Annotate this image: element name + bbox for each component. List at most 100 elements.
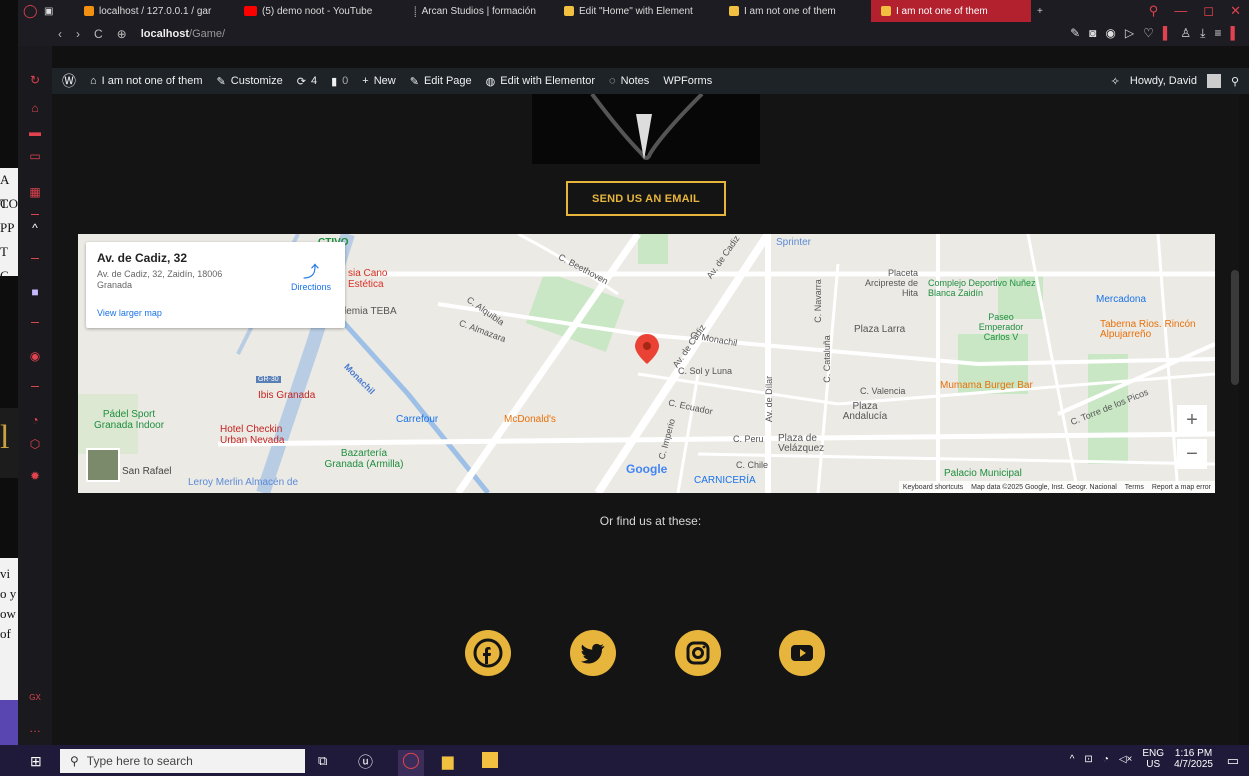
twitter-link[interactable] — [570, 630, 616, 676]
map-label: Plaza Larra — [854, 324, 906, 335]
tv-icon[interactable]: ▭ — [29, 150, 41, 162]
youtube-link[interactable] — [779, 630, 825, 676]
tab-label: Arcan Studios | formación — [421, 5, 536, 17]
map-label: Ibis Granada — [258, 390, 316, 401]
tab-elementor-edit[interactable]: Edit "Home" with Element — [554, 0, 719, 22]
zoom-in-button[interactable]: + — [1177, 405, 1207, 435]
customize-label: Customize — [230, 75, 283, 87]
ai-sparkle-icon[interactable]: ✧ — [1111, 75, 1120, 88]
opera-menu-icon[interactable]: ◯ — [18, 0, 40, 22]
minimize-button[interactable]: — — [1174, 3, 1187, 19]
player-icon[interactable]: ■ — [29, 286, 41, 298]
profile-icon[interactable]: ▌ — [1163, 26, 1172, 41]
howdy-account-link[interactable]: Howdy, David — [1130, 75, 1197, 87]
wordpress-logo-icon[interactable]: Ⓦ — [62, 71, 76, 91]
terms-link[interactable]: Terms — [1125, 484, 1144, 491]
zoom-out-button[interactable]: − — [1177, 439, 1207, 469]
volume-icon[interactable]: ◁× — [1119, 754, 1133, 765]
site-taskbar-icon[interactable] — [482, 752, 498, 768]
opera-gx-taskbar-icon[interactable]: ◯ — [398, 750, 424, 776]
task-view-icon[interactable]: ⧉ — [318, 753, 327, 769]
download-icon[interactable]: ⤓ — [1200, 26, 1205, 41]
file-explorer-icon[interactable]: ▆ — [442, 752, 454, 770]
instagram-link[interactable] — [675, 630, 721, 676]
history-icon[interactable]: ◔ — [29, 414, 41, 426]
taskbar-search[interactable]: ⚲ Type here to search — [60, 749, 305, 773]
windows-start-icon[interactable]: ⊞ — [30, 753, 42, 770]
search-icon: ⚲ — [70, 754, 79, 768]
new-tab-button[interactable]: + — [1031, 0, 1055, 22]
facebook-link[interactable] — [465, 630, 511, 676]
aria-icon[interactable]: ↻ — [29, 74, 41, 86]
reload-icon[interactable]: C — [94, 27, 103, 41]
view-larger-map-link[interactable]: View larger map — [97, 308, 162, 318]
collapse-icon[interactable]: ^ — [29, 222, 41, 234]
edit-page-icon[interactable]: ✎ — [1070, 26, 1080, 41]
tray-app-icon[interactable]: ⊡ — [1084, 754, 1092, 765]
cube-icon[interactable]: ⬡ — [29, 438, 41, 450]
forward-icon[interactable]: › — [76, 27, 80, 41]
language-indicator[interactable]: ENG US — [1142, 748, 1164, 770]
notes-link[interactable]: ◌ Notes — [609, 75, 649, 87]
menu-icon[interactable]: ≡ — [1214, 26, 1221, 41]
edit-page-link[interactable]: ✎ Edit Page — [410, 75, 472, 88]
directions-button[interactable]: ⤴ Directions — [291, 258, 331, 292]
tab-youtube[interactable]: (5) demo noot - YouTube — [234, 0, 404, 22]
back-icon[interactable]: ‹ — [58, 27, 62, 41]
video-icon[interactable]: ◉ — [29, 350, 41, 362]
map-label: C. Peru — [733, 434, 764, 444]
keyboard-shortcuts-link[interactable]: Keyboard shortcuts — [903, 484, 963, 491]
tab-arcan[interactable]: ⸽ Arcan Studios | formación — [404, 0, 554, 22]
tab-site-active[interactable]: I am not one of them — [871, 0, 1031, 22]
tab-site-1[interactable]: I am not one of them — [719, 0, 871, 22]
satellite-thumbnail[interactable] — [86, 448, 120, 482]
map-label: C. Chile — [736, 460, 769, 470]
updates-link[interactable]: ⟳ 4 — [297, 75, 317, 88]
page-scrollbar[interactable] — [1231, 270, 1239, 385]
shop-icon[interactable]: ⌂ — [29, 102, 41, 114]
tab-phpmyadmin[interactable]: localhost / 127.0.0.1 / gar — [74, 0, 234, 22]
map-label: lemia TEBA — [344, 306, 397, 317]
gx-icon[interactable]: GX — [29, 692, 41, 704]
maximize-button[interactable]: ◻ — [1203, 3, 1214, 19]
battery-icon[interactable]: ▌ — [1230, 26, 1239, 41]
twitch-icon[interactable]: ▬ — [29, 126, 41, 138]
tab-label: I am not one of them — [744, 5, 836, 17]
site-name-link[interactable]: ⌂ I am not one of them — [90, 75, 203, 87]
close-button[interactable]: ✕ — [1230, 3, 1241, 19]
avatar[interactable] — [1206, 74, 1221, 88]
google-map[interactable]: Sprinter CTIVO Placeta Arcipreste de Hit… — [78, 234, 1215, 493]
send-email-button[interactable]: SEND US AN EMAIL — [566, 181, 726, 216]
more-icon[interactable]: … — [29, 722, 41, 734]
notification-icon[interactable]: ▭ — [1227, 753, 1239, 769]
tab-label: Edit "Home" with Element — [579, 5, 693, 17]
clock[interactable]: 1:16 PM 4/7/2025 — [1174, 748, 1213, 770]
customize-link[interactable]: ✎ Customize — [217, 75, 283, 88]
youtube-icon — [791, 645, 813, 661]
map-label: Placeta Arcipreste de Hita — [864, 268, 918, 298]
account-icon[interactable]: ♙ — [1180, 26, 1191, 41]
snapshot-icon[interactable]: ◙ — [1089, 26, 1096, 41]
workspace-icon[interactable]: ▣ — [40, 0, 74, 22]
comments-link[interactable]: ▮ 0 — [331, 75, 348, 88]
flow-icon[interactable]: ▷ — [1125, 26, 1134, 41]
tray-chevron-icon[interactable]: ^ — [1070, 754, 1075, 765]
url-field[interactable]: localhost/Game/ — [141, 28, 225, 40]
search-tabs-icon[interactable]: ⚲ — [1149, 3, 1159, 19]
network-icon[interactable]: ◔ — [1103, 754, 1109, 765]
edit-elementor-link[interactable]: ◍ Edit with Elementor — [486, 75, 595, 88]
calendar-icon[interactable]: ▦ — [29, 186, 41, 198]
map-label: sia Cano Estética — [348, 268, 388, 290]
vpn-icon[interactable]: ◉ — [1105, 26, 1115, 41]
heart-icon[interactable]: ♡ — [1143, 26, 1154, 41]
site-info-icon[interactable]: ⊕ — [117, 27, 127, 41]
map-label: C. Valencia — [860, 386, 906, 396]
new-link[interactable]: + New — [362, 75, 395, 87]
map-label: CARNICERÍA — [694, 475, 756, 486]
map-label: Mumama Burger Bar — [940, 380, 1033, 391]
wpforms-link[interactable]: WPForms — [663, 75, 712, 87]
search-icon[interactable]: ⚲ — [1231, 75, 1239, 88]
report-error-link[interactable]: Report a map error — [1152, 484, 1211, 491]
settings-icon[interactable]: ✹ — [29, 470, 41, 482]
unreal-engine-icon[interactable]: ⓤ — [358, 751, 373, 772]
